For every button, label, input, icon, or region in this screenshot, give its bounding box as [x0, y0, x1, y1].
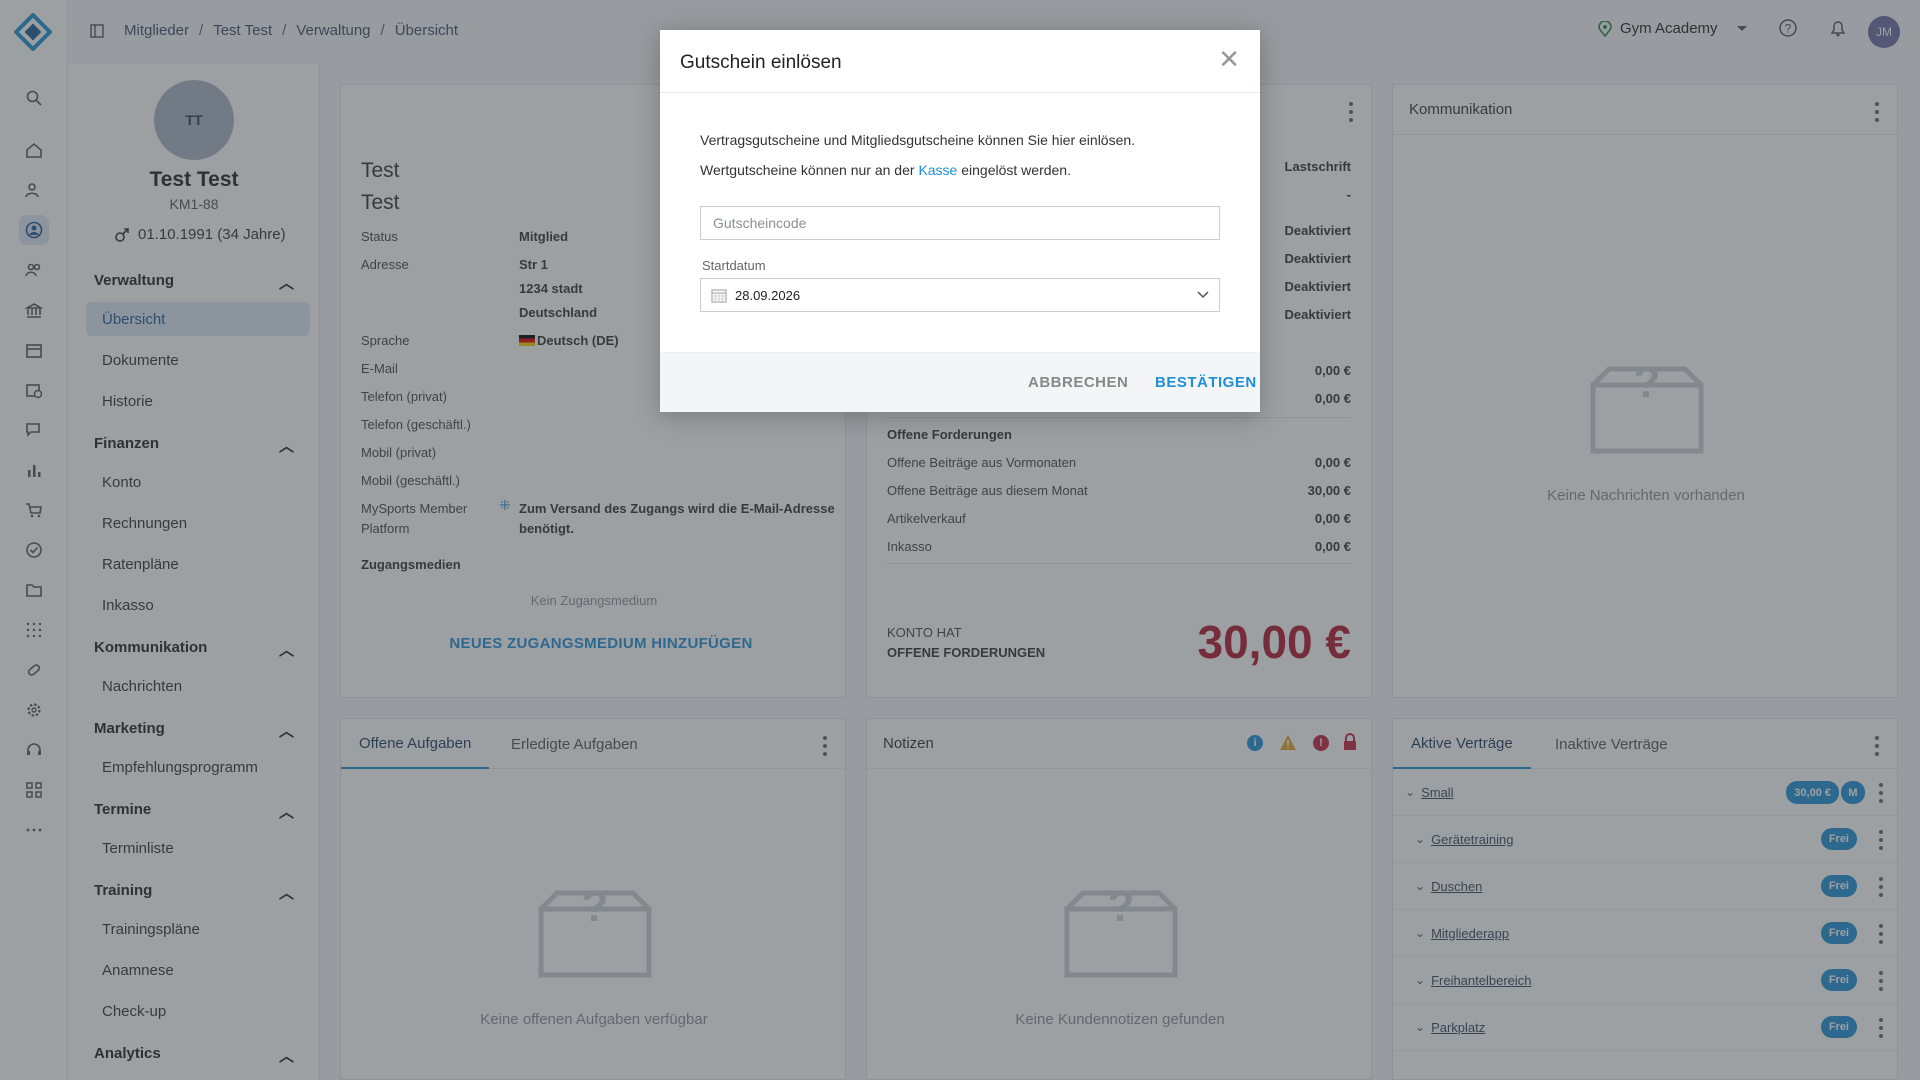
calendar-icon: [711, 289, 727, 303]
chevron-down-icon: [1197, 291, 1209, 299]
modal-text: Vertragsgutscheine und Mitgliedsgutschei…: [700, 132, 1136, 148]
start-date-label: Startdatum: [702, 258, 766, 273]
voucher-code-input[interactable]: [700, 206, 1220, 240]
modal-text-part: Wertgutscheine können nur an der: [700, 162, 915, 178]
cancel-button[interactable]: ABBRECHEN: [1028, 374, 1128, 391]
modal-title: Gutschein einlösen: [680, 52, 842, 73]
modal-text-part: eingelöst werden.: [961, 162, 1071, 178]
start-date-field[interactable]: 28.09.2026: [700, 278, 1220, 312]
confirm-button[interactable]: BESTÄTIGEN: [1155, 374, 1257, 391]
kasse-link[interactable]: Kasse: [918, 162, 957, 178]
divider: [660, 92, 1260, 93]
start-date-value: 28.09.2026: [735, 287, 801, 303]
close-icon[interactable]: ✕: [1218, 46, 1240, 72]
modal-footer: ABBRECHEN BESTÄTIGEN: [660, 352, 1260, 412]
modal-text: Wertgutscheine können nur an der Kasse e…: [700, 162, 1071, 178]
voucher-modal: Gutschein einlösen ✕ Vertragsgutscheine …: [660, 30, 1260, 412]
